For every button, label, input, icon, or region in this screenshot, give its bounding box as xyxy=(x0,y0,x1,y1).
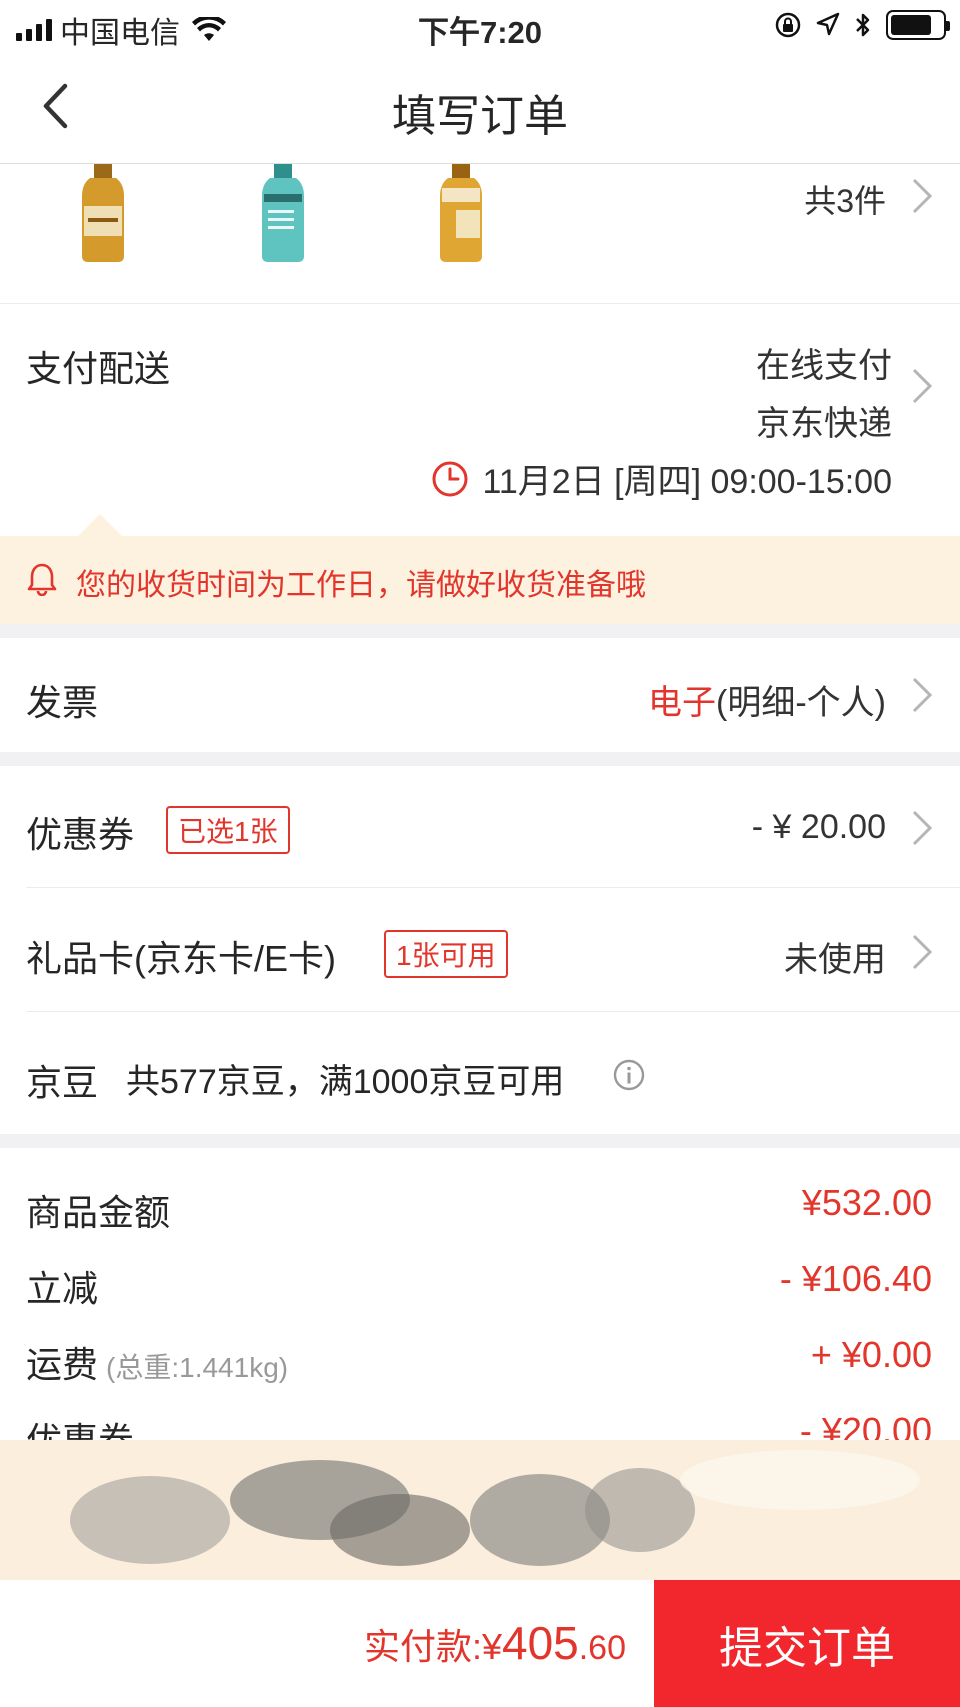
gift-card-row[interactable]: 礼品卡(京东卡/E卡) 1张可用 未使用 xyxy=(0,888,960,1012)
gift-card-label: 礼品卡(京东卡/E卡) xyxy=(26,938,336,979)
coupon-value: - ¥ 20.00 xyxy=(751,808,886,846)
checkout-bar: 实付款:¥405.60 提交订单 xyxy=(0,1580,960,1707)
total-integer: 405 xyxy=(501,1617,579,1669)
invoice-value: 电子(明细-个人) xyxy=(648,675,886,724)
payment-delivery-label: 支付配送 xyxy=(26,348,171,389)
delivery-time-text: 11月2日 [周四] 09:00-15:00 xyxy=(482,463,892,501)
product-list[interactable]: 共3件 xyxy=(0,164,960,304)
chevron-right-icon xyxy=(912,368,933,404)
bluetooth-icon xyxy=(856,13,870,37)
product-thumbnail xyxy=(262,164,304,262)
gift-card-value: 未使用 xyxy=(784,941,886,979)
invoice-row[interactable]: 发票 电子(明细-个人) xyxy=(0,638,960,752)
invoice-detail: (明细-个人) xyxy=(716,684,886,722)
total-amount: 实付款:¥405.60 xyxy=(364,1616,626,1670)
gift-card-available-badge: 1张可用 xyxy=(384,930,508,978)
nav-bar: 填写订单 xyxy=(0,52,960,164)
total-currency: ¥ xyxy=(481,1626,502,1667)
notice-text: 您的收货时间为工作日，请做好收货准备哦 xyxy=(76,569,646,602)
status-right xyxy=(774,10,950,40)
jingdou-label: 京豆 xyxy=(26,1062,99,1103)
summary-label: 立减 xyxy=(26,1268,99,1309)
clock-icon xyxy=(432,461,468,496)
coupon-label: 优惠券 xyxy=(26,814,135,855)
payment-method: 在线支付 xyxy=(756,347,892,385)
summary-label: 运费 (总重:1.441kg) xyxy=(26,1344,289,1385)
bell-icon xyxy=(27,563,57,596)
info-icon[interactable] xyxy=(612,1058,646,1092)
chevron-right-icon xyxy=(912,677,933,713)
jingdou-text: 共577京豆，满1000京豆可用 xyxy=(126,1063,565,1101)
summary-value: - ¥106.40 xyxy=(779,1258,932,1299)
total-label: 实付款: xyxy=(363,1626,482,1667)
chevron-right-icon xyxy=(912,934,933,970)
section-gap xyxy=(0,624,960,638)
total-decimal: .60 xyxy=(578,1629,626,1667)
delivery-time: 11月2日 [周四] 09:00-15:00 xyxy=(431,454,892,503)
summary-value: ¥532.00 xyxy=(801,1182,932,1223)
summary-label: 商品金额 xyxy=(26,1192,171,1233)
section-gap xyxy=(0,752,960,766)
product-thumbnail xyxy=(82,164,124,262)
courier-name: 京东快递 xyxy=(756,405,892,443)
jingdou-row: 京豆 共577京豆，满1000京豆可用 xyxy=(0,1012,960,1134)
section-gap xyxy=(0,1134,960,1148)
obscured-area xyxy=(0,1440,960,1580)
product-count: 共3件 xyxy=(804,183,886,219)
status-bar: 中国电信 下午7:20 xyxy=(0,0,960,52)
location-icon xyxy=(816,12,840,36)
chevron-right-icon xyxy=(912,178,933,214)
invoice-type: 电子 xyxy=(648,684,717,722)
page-title: 填写订单 xyxy=(392,92,568,141)
shipping-weight: (总重:1.441kg) xyxy=(106,1352,289,1383)
notice-pointer xyxy=(78,514,122,536)
battery-icon xyxy=(886,10,950,40)
orientation-lock-icon xyxy=(775,12,801,38)
coupon-selected-badge: 已选1张 xyxy=(166,806,290,854)
summary-value: + ¥0.00 xyxy=(810,1334,932,1375)
payment-delivery-row[interactable]: 支付配送 在线支付 京东快递 11月2日 [周四] 09:00-15:00 xyxy=(0,304,960,536)
coupon-row[interactable]: 优惠券 已选1张 - ¥ 20.00 xyxy=(0,766,960,888)
invoice-label: 发票 xyxy=(26,682,99,723)
product-thumbnail xyxy=(440,164,482,262)
submit-order-button[interactable]: 提交订单 xyxy=(654,1580,960,1707)
chevron-right-icon xyxy=(912,810,933,846)
delivery-notice: 您的收货时间为工作日，请做好收货准备哦 xyxy=(0,514,960,624)
